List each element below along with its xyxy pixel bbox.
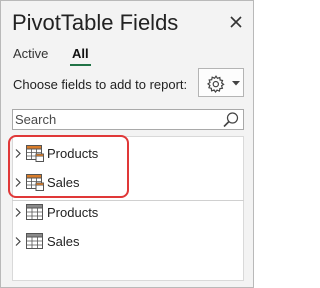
pane-title: PivotTable Fields: [12, 10, 179, 35]
chevron-right-icon[interactable]: [15, 149, 21, 158]
pivottable-fields-pane: PivotTable Fields Active All Choose fiel…: [0, 0, 254, 288]
data-model-table-icon: [26, 174, 44, 191]
field-item-products-table[interactable]: Products: [15, 203, 125, 223]
search-icon[interactable]: [222, 111, 240, 129]
data-model-table-icon: [26, 145, 44, 162]
field-list-tools-button[interactable]: [198, 68, 244, 97]
tab-selected-indicator: [70, 64, 91, 66]
gear-icon: [206, 75, 225, 94]
chevron-right-icon[interactable]: [15, 178, 21, 187]
chevron-right-icon[interactable]: [15, 208, 21, 217]
chevron-right-icon[interactable]: [15, 237, 21, 246]
field-item-label: Sales: [47, 234, 80, 249]
search-box: [12, 109, 244, 130]
field-item-label: Products: [47, 205, 99, 220]
field-item-label: Products: [47, 146, 99, 161]
search-input[interactable]: [13, 110, 218, 129]
caret-down-icon: [232, 81, 240, 86]
field-list-divider: [12, 200, 244, 201]
field-item-label: Sales: [47, 175, 80, 190]
tab-all[interactable]: All: [72, 46, 89, 61]
field-item-sales-data-model[interactable]: Sales: [15, 173, 125, 193]
table-icon: [26, 204, 43, 220]
table-icon: [26, 233, 43, 249]
tab-active[interactable]: Active: [13, 46, 48, 61]
field-item-sales-table[interactable]: Sales: [15, 232, 125, 252]
close-icon[interactable]: [226, 12, 246, 32]
field-item-products-data-model[interactable]: Products: [15, 144, 125, 164]
choose-fields-label: Choose fields to add to report:: [13, 77, 188, 92]
